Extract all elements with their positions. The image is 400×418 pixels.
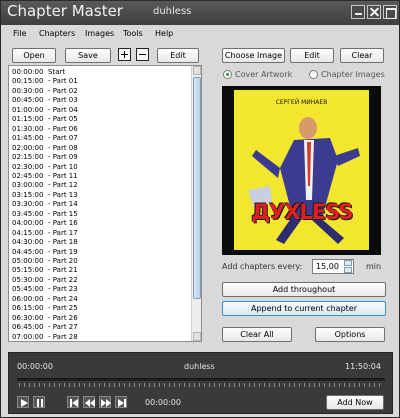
menu-file[interactable]: File	[13, 29, 26, 38]
chapter-title: - Part 03	[48, 96, 78, 105]
pause-icon[interactable]	[33, 396, 45, 408]
close-icon[interactable]	[367, 5, 381, 19]
skip-end-icon[interactable]	[115, 396, 127, 408]
chapter-title: - Part 09	[48, 153, 78, 162]
player-panel: 00:00:00 duhless 11:50:04 00:00:00 Add N…	[8, 352, 393, 414]
minimize-icon[interactable]	[351, 5, 365, 19]
scrollbar[interactable]	[191, 66, 201, 341]
app-title: Chapter Master	[7, 2, 123, 20]
scroll-thumb[interactable]	[193, 77, 201, 299]
chapter-title: - Part 19	[48, 247, 78, 256]
cover-logo: ДУХLESS	[251, 200, 353, 224]
seek-ticks	[19, 383, 384, 387]
chapter-title: - Part 22	[48, 275, 78, 284]
chapter-title: Start	[48, 68, 66, 76]
menu-chapters[interactable]: Chapters	[39, 29, 75, 38]
chapter-title: - Part 11	[48, 171, 78, 180]
cover-artwork-radio[interactable]	[223, 70, 232, 79]
chapter-title: - Part 04	[48, 105, 78, 114]
player-duration: 11:50:04	[345, 362, 381, 371]
cover-figure	[248, 117, 360, 244]
maximize-icon[interactable]	[383, 5, 397, 19]
clear-image-button[interactable]: Clear	[340, 48, 384, 63]
chapter-title: - Part 08	[48, 143, 78, 152]
edit-chapter-button[interactable]: Edit	[157, 48, 199, 63]
scroll-down-icon[interactable]	[193, 332, 201, 341]
play-icon[interactable]	[17, 396, 29, 408]
chapter-list[interactable]: 00:00:00 Start 00:15:00- Part 01 00:30:00- …	[8, 65, 202, 342]
edit-image-button[interactable]: Edit	[290, 48, 334, 63]
scroll-up-icon[interactable]	[193, 66, 201, 75]
menu-images[interactable]: Images	[85, 29, 114, 38]
remove-chapter-icon[interactable]	[136, 48, 149, 61]
chapter-title: - Part 26	[48, 313, 78, 322]
interval-stepper[interactable]: 15,00	[312, 259, 354, 274]
file-title: duhless	[153, 6, 192, 17]
chapter-title: - Part 01	[48, 77, 78, 86]
append-chapter-button[interactable]: Append to current chapter	[222, 301, 386, 316]
list-item[interactable]: 07:00:00 - Part 28	[12, 332, 78, 341]
current-time: 00:00:00	[145, 398, 181, 407]
menu-tools[interactable]: Tools	[123, 29, 143, 38]
stepper-up-icon[interactable]	[344, 260, 352, 266]
seek-bar[interactable]	[17, 378, 385, 381]
chapter-title: - Part 20	[48, 257, 78, 265]
app-window: Chapter Master duhless File Chapters Ima…	[0, 0, 400, 418]
chapter-title: - Part 21	[48, 266, 78, 275]
menu-bar: File Chapters Images Tools Help	[1, 26, 399, 42]
add-now-button[interactable]: Add Now	[326, 395, 384, 410]
chapter-title: - Part 07	[48, 134, 78, 143]
cover-image: СЕРГЕЙ МИНАЕВ ДУХLESS	[234, 90, 369, 250]
interval-value: 15,00	[316, 262, 339, 271]
chapter-images-radio[interactable]	[309, 70, 318, 79]
cover-artwork-frame: СЕРГЕЙ МИНАЕВ ДУХLESS	[222, 86, 381, 255]
fast-forward-icon[interactable]	[99, 396, 111, 408]
add-throughout-button[interactable]: Add throughout	[222, 282, 386, 297]
chapter-title: - Part 12	[48, 181, 78, 190]
title-bar[interactable]: Chapter Master duhless	[1, 1, 399, 25]
chapter-title: - Part 05	[48, 115, 78, 124]
chapter-title: - Part 17	[48, 228, 78, 237]
player-position: 00:00:00	[17, 362, 53, 371]
save-button[interactable]: Save	[65, 48, 111, 63]
rewind-icon[interactable]	[83, 396, 95, 408]
interval-unit: min	[366, 262, 382, 271]
chapter-title: - Part 24	[48, 294, 78, 303]
menu-help[interactable]: Help	[155, 29, 173, 38]
chapter-title: - Part 25	[48, 304, 78, 313]
choose-image-button[interactable]: Choose Image	[222, 48, 285, 63]
chapter-title: - Part 02	[48, 86, 78, 95]
chapter-title: - Part 15	[48, 209, 78, 218]
chapter-title: - Part 14	[48, 200, 78, 209]
skip-start-icon[interactable]	[67, 396, 79, 408]
chapter-title: - Part 18	[48, 238, 78, 247]
chapter-images-label: Chapter Images	[321, 70, 385, 79]
clear-all-button[interactable]: Clear All	[222, 327, 292, 342]
chapter-title: - Part 06	[48, 124, 78, 133]
options-button[interactable]: Options	[315, 327, 385, 342]
chapter-title: - Part 23	[48, 285, 78, 294]
player-title: duhless	[184, 362, 215, 371]
chapter-title: - Part 10	[48, 162, 78, 171]
chapter-title: - Part 13	[48, 190, 78, 199]
cover-artwork-label: Cover Artwork	[235, 70, 293, 79]
chapter-time: 07:00:00	[12, 332, 44, 341]
chapter-title: - Part 16	[48, 219, 78, 228]
add-every-label: Add chapters every:	[222, 262, 303, 271]
chapter-title: - Part 27	[48, 323, 78, 332]
stepper-down-icon[interactable]	[344, 267, 352, 273]
open-button[interactable]: Open	[12, 48, 56, 63]
add-chapter-icon[interactable]	[118, 48, 131, 61]
chapter-title: - Part 28	[48, 332, 78, 341]
